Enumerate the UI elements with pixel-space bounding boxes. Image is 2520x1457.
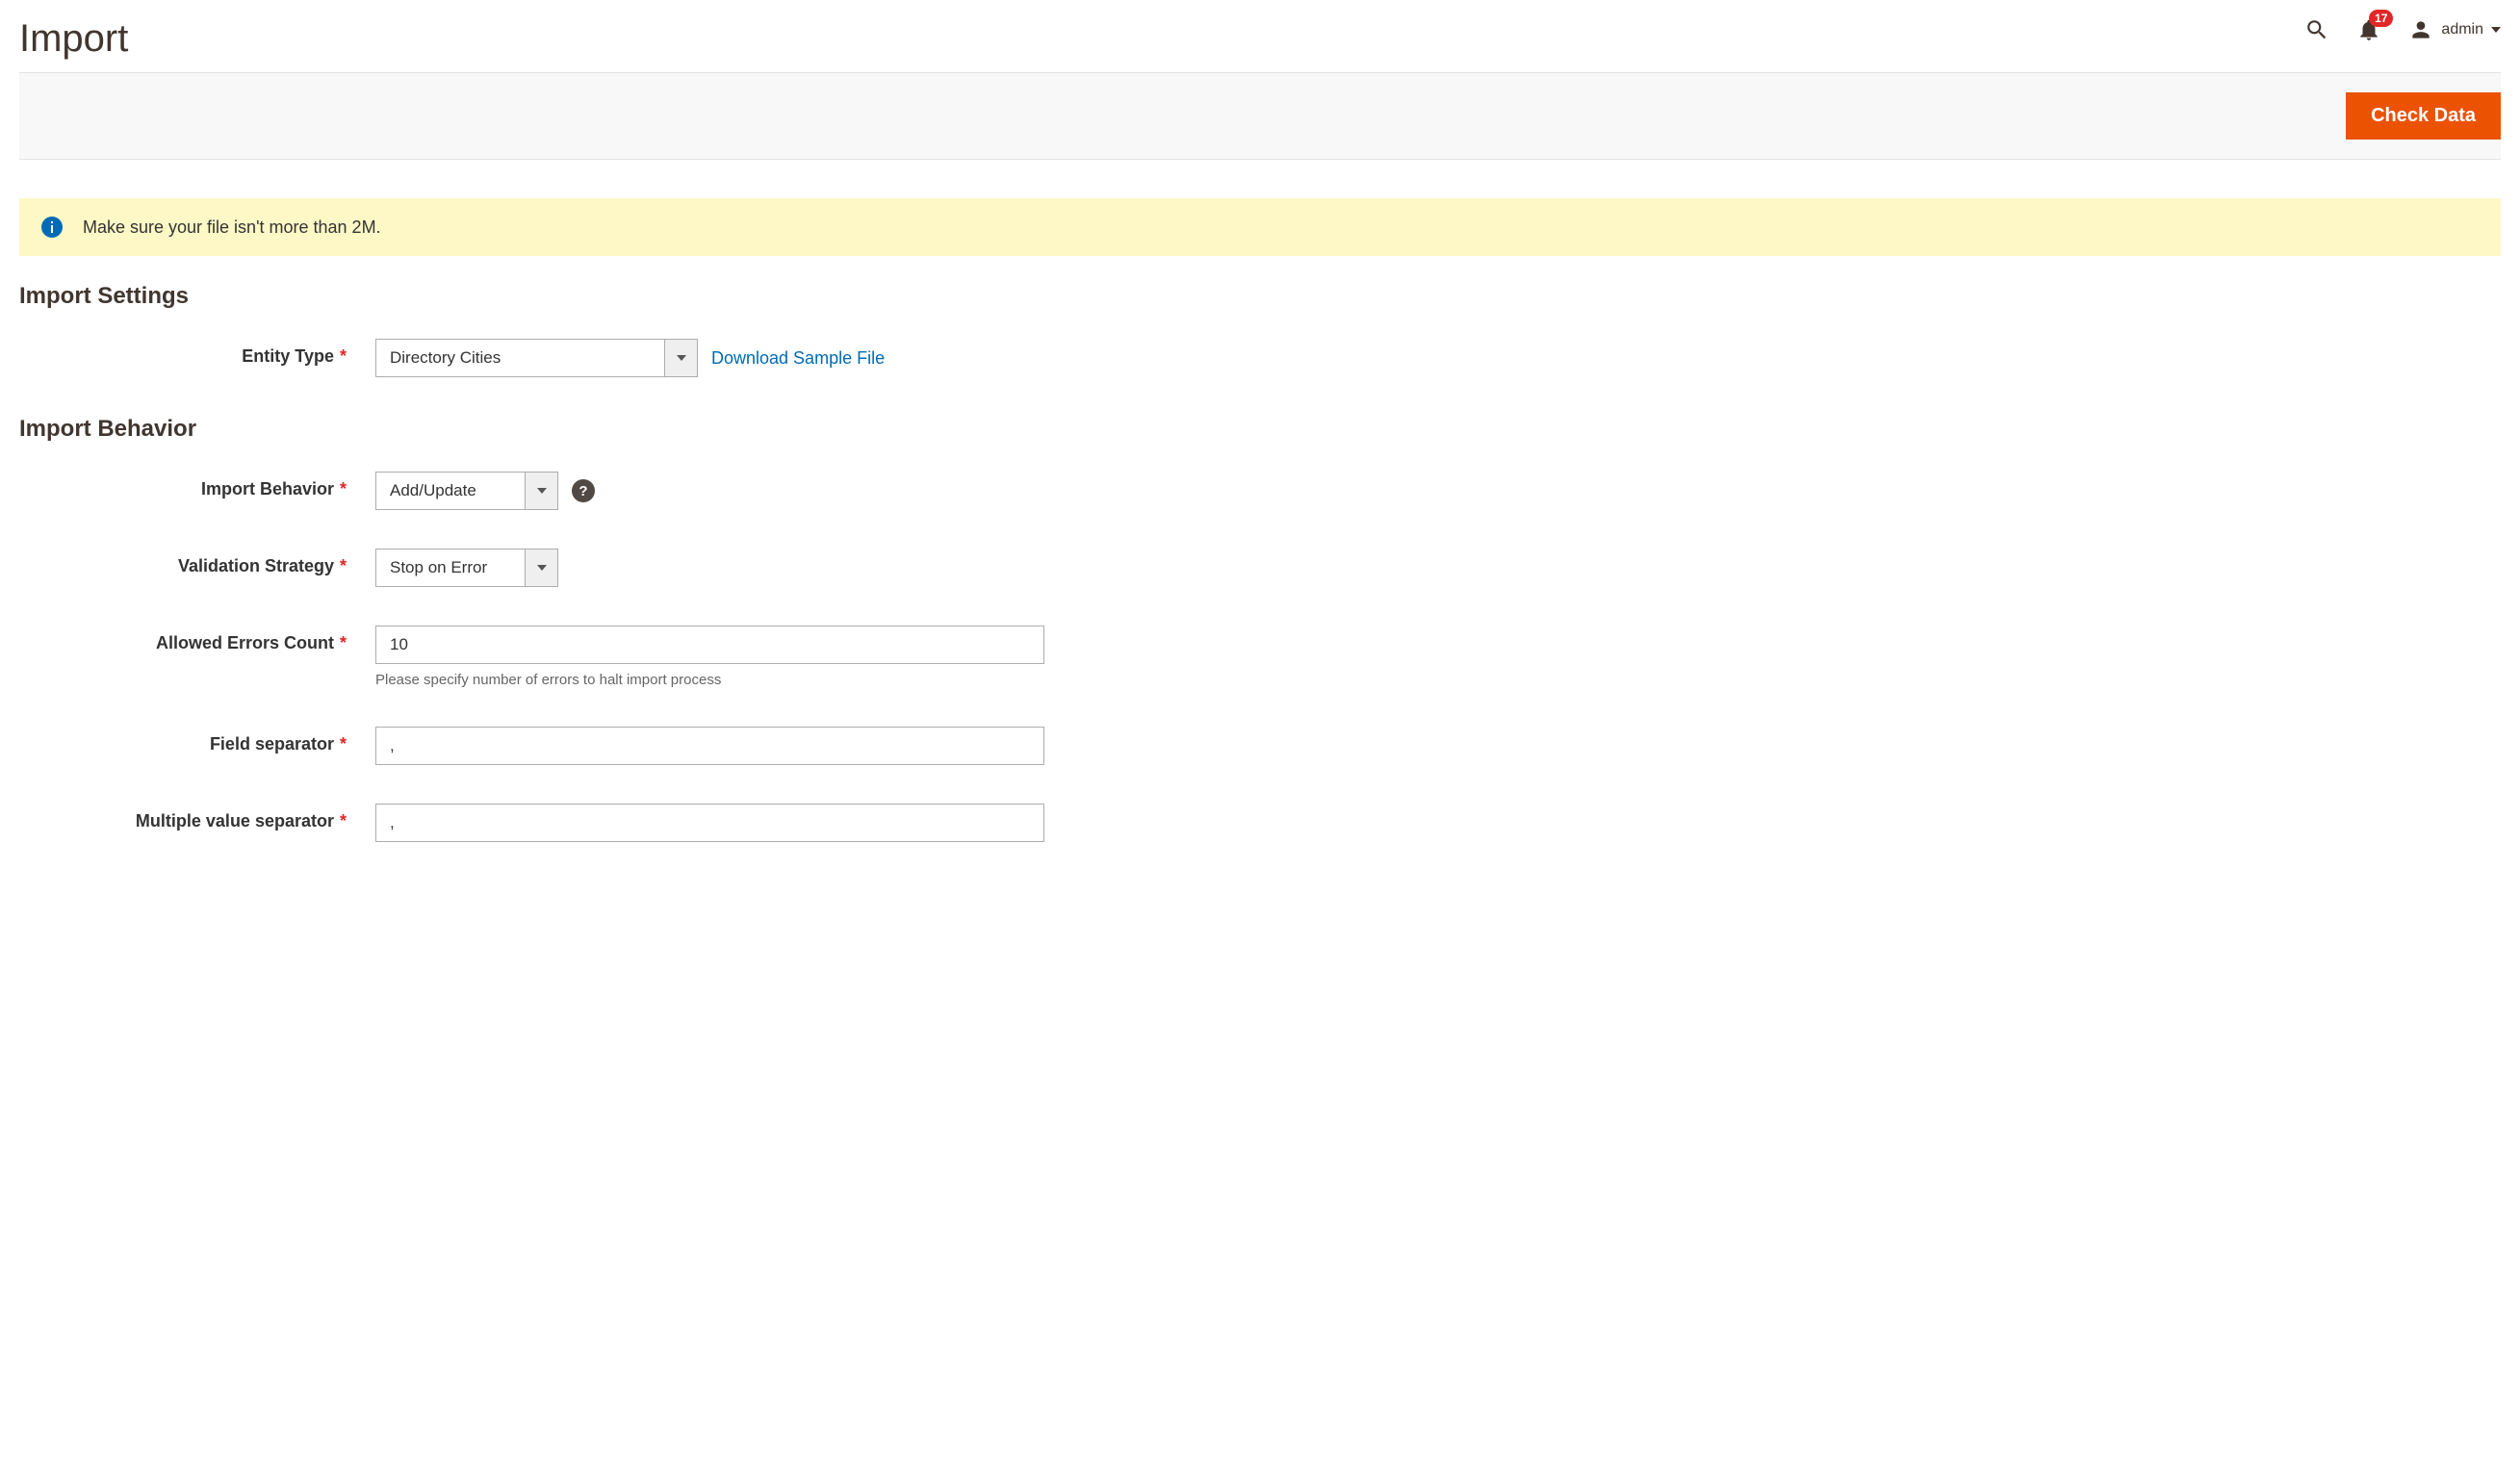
- search-icon[interactable]: [2304, 17, 2329, 42]
- allowed-errors-label: Allowed Errors Count: [156, 633, 334, 652]
- multi-separator-label: Multiple value separator: [136, 811, 334, 831]
- info-icon: [40, 216, 64, 239]
- notification-badge: 17: [2369, 10, 2393, 27]
- validation-strategy-select[interactable]: Stop on Error: [375, 549, 558, 587]
- required-mark: *: [340, 633, 347, 652]
- user-menu[interactable]: admin: [2408, 17, 2501, 42]
- validation-strategy-label: Validation Strategy: [178, 556, 334, 575]
- entity-type-value[interactable]: Directory Cities: [376, 340, 664, 376]
- multi-separator-input[interactable]: [375, 804, 1044, 842]
- import-behavior-value[interactable]: Add/Update: [376, 473, 525, 509]
- validation-strategy-value[interactable]: Stop on Error: [376, 550, 525, 586]
- chevron-down-icon[interactable]: [664, 340, 697, 376]
- chevron-down-icon[interactable]: [525, 473, 557, 509]
- required-mark: *: [340, 346, 347, 366]
- page-title: Import: [19, 17, 128, 61]
- chevron-down-icon[interactable]: [525, 550, 557, 586]
- toolbar: Check Data: [19, 72, 2501, 160]
- required-mark: *: [340, 734, 347, 754]
- user-icon: [2408, 17, 2433, 42]
- import-behavior-label: Import Behavior: [201, 479, 334, 498]
- allowed-errors-note: Please specify number of errors to halt …: [375, 672, 1044, 688]
- entity-type-label: Entity Type: [242, 346, 334, 366]
- file-size-notice: Make sure your file isn't more than 2M.: [19, 198, 2501, 256]
- required-mark: *: [340, 556, 347, 575]
- chevron-down-icon: [2491, 25, 2501, 35]
- download-sample-link[interactable]: Download Sample File: [711, 348, 885, 369]
- section-import-settings: Import Settings: [19, 283, 2501, 310]
- import-behavior-select[interactable]: Add/Update: [375, 472, 558, 510]
- help-icon[interactable]: ?: [572, 479, 595, 502]
- field-separator-input[interactable]: [375, 727, 1044, 765]
- user-label: admin: [2441, 21, 2483, 38]
- notice-text: Make sure your file isn't more than 2M.: [83, 217, 381, 238]
- entity-type-select[interactable]: Directory Cities: [375, 339, 698, 377]
- section-import-behavior: Import Behavior: [19, 416, 2501, 443]
- field-separator-label: Field separator: [210, 734, 334, 754]
- notifications-icon[interactable]: 17: [2356, 17, 2381, 42]
- required-mark: *: [340, 479, 347, 498]
- check-data-button[interactable]: Check Data: [2346, 92, 2501, 140]
- required-mark: *: [340, 811, 347, 831]
- allowed-errors-input[interactable]: [375, 626, 1044, 664]
